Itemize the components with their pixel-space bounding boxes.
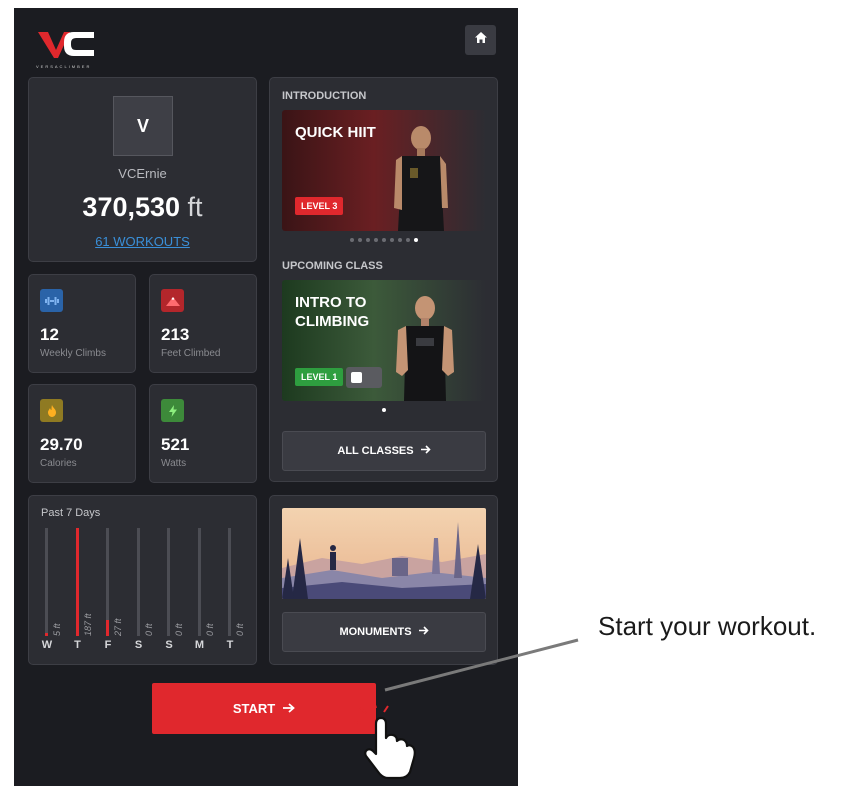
callout-text: Start your workout. <box>598 611 817 641</box>
